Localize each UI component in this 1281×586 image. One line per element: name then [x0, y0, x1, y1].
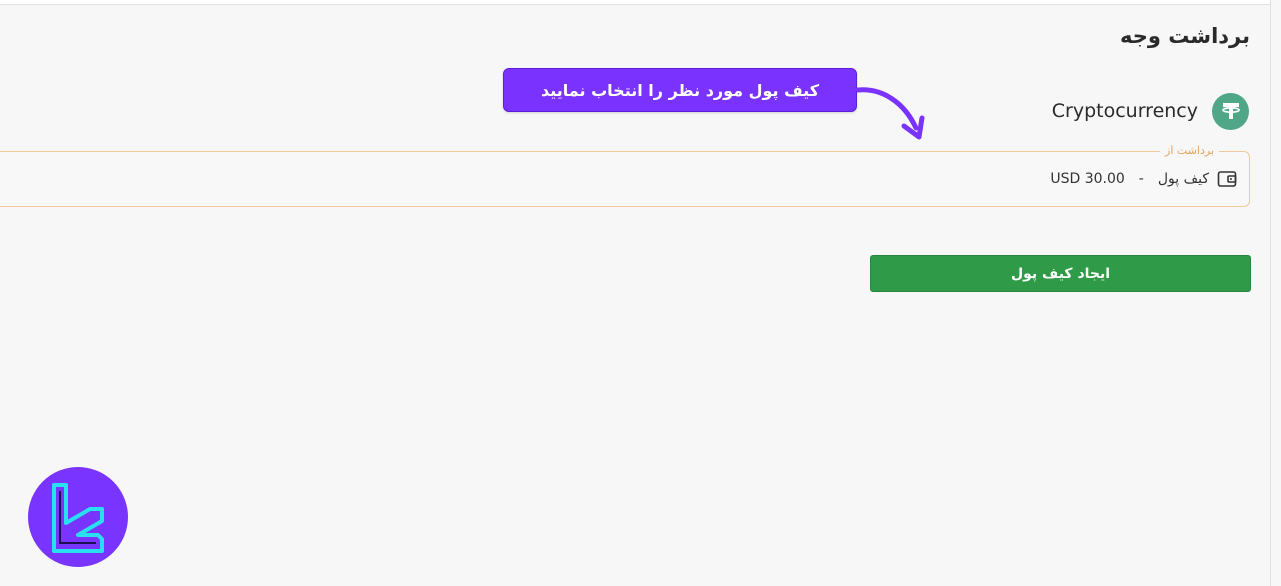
- arrow-icon: [855, 87, 925, 140]
- page-title: برداشت وجه: [1119, 24, 1250, 48]
- withdraw-from-legend: برداشت از: [1160, 144, 1219, 157]
- wallet-label: کیف پول: [1157, 171, 1209, 187]
- right-scroll-rule: [1270, 0, 1281, 586]
- tether-icon: [1212, 92, 1249, 130]
- instruction-callout: کیف پول مورد نظر را انتخاب نمایید: [503, 68, 857, 112]
- withdraw-from-select[interactable]: برداشت از کیف پول - USD 30.00: [0, 144, 1250, 207]
- top-border: [0, 0, 1281, 5]
- payment-method[interactable]: Cryptocurrency: [1052, 92, 1249, 130]
- wallet-separator: -: [1138, 171, 1144, 187]
- method-label: Cryptocurrency: [1051, 100, 1198, 122]
- create-wallet-button[interactable]: ایجاد کیف پول: [870, 255, 1251, 292]
- callout-text: کیف پول مورد نظر را انتخاب نمایید: [541, 80, 819, 100]
- brand-logo: [28, 467, 128, 567]
- wallet-amount: USD 30.00: [1050, 171, 1125, 187]
- selected-wallet[interactable]: کیف پول - USD 30.00: [1050, 170, 1237, 188]
- wallet-icon: [1217, 171, 1237, 187]
